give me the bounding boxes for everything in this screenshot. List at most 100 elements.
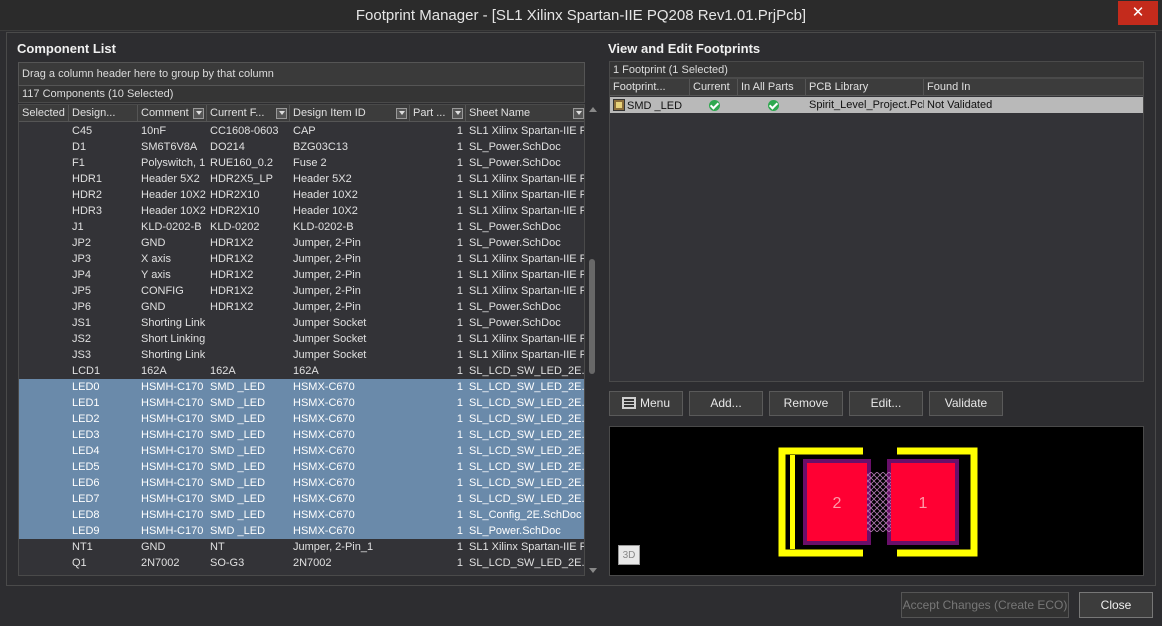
- check-circle-icon: [709, 100, 720, 111]
- cell-s: SL1 Xilinx Spartan-IIE P: [469, 173, 585, 185]
- cell-d: JP6: [72, 301, 91, 313]
- cell-f: SMD _LED: [210, 413, 266, 425]
- footprint-row[interactable]: SMD _LED Spirit_Level_Project.PcbLib Not…: [610, 97, 1143, 113]
- filter-icon[interactable]: [193, 108, 204, 119]
- component-grid[interactable]: Selected Design... Comment Current F... …: [18, 104, 585, 576]
- cell-c: 10nF: [141, 125, 167, 137]
- table-row[interactable]: JP4 Y axis HDR1X2 Jumper, 2-Pin 1 SL1 Xilinx …: [19, 267, 584, 283]
- cell-d: D1: [72, 141, 87, 153]
- group-by-drop-area[interactable]: Drag a column header here to group by th…: [18, 62, 585, 86]
- table-row[interactable]: LED4 HSMH-C170 SMD _LED HSMX-C670 1 SL_LCD_SW…: [19, 443, 584, 459]
- window-close-icon[interactable]: ✕: [1118, 1, 1158, 25]
- table-row[interactable]: JP3 X axis HDR1X2 Jumper, 2-Pin 1 SL1 Xilinx …: [19, 251, 584, 267]
- filter-icon[interactable]: [452, 108, 463, 119]
- col-header-comment[interactable]: Comment: [138, 105, 207, 122]
- add-button[interactable]: Add...: [689, 391, 763, 416]
- table-row[interactable]: LED6 HSMH-C170 SMD _LED HSMX-C670 1 SL_LCD_SW…: [19, 475, 584, 491]
- cell-id: Header 10X2: [293, 205, 358, 217]
- filter-icon[interactable]: [396, 108, 407, 119]
- col-header-part[interactable]: Part ...: [410, 105, 466, 122]
- footprint-name-cell: SMD _LED: [610, 97, 690, 113]
- table-row[interactable]: LCD1 162A 162A 162A 1 SL_LCD_SW_LED_2E.Sch: [19, 363, 584, 379]
- col-header-sheet-name[interactable]: Sheet Name: [466, 105, 584, 122]
- cell-p: 1: [456, 381, 463, 393]
- col-header-current[interactable]: Current: [690, 79, 738, 96]
- cell-f: HDR2X5_LP: [210, 173, 273, 185]
- table-row[interactable]: HDR1 Header 5X2 HDR2X5_LP Header 5X2 1 SL1 Xi…: [19, 171, 585, 187]
- cell-c: Header 10X2: [141, 189, 206, 201]
- cell-f: SMD _LED: [210, 461, 266, 473]
- cell-p: 1: [456, 429, 463, 441]
- cell-f: HDR2X10: [210, 205, 260, 217]
- col-header-footprint[interactable]: Footprint...: [610, 79, 690, 96]
- footprint-count: 1 Footprint (1 Selected): [609, 61, 1144, 78]
- cell-c: KLD-0202-B: [141, 221, 202, 233]
- component-grid-scrollbar[interactable]: [587, 104, 598, 576]
- cell-f: SMD _LED: [210, 509, 266, 521]
- scroll-down-icon[interactable]: [589, 568, 597, 573]
- table-row[interactable]: JS3 Shorting Link Jumper Socket 1 SL1 Xilinx…: [19, 347, 584, 363]
- cell-s: SL_Power.SchDoc: [469, 237, 561, 249]
- cell-d: JS2: [72, 333, 91, 345]
- table-row[interactable]: JS1 Shorting Link Jumper Socket 1 SL_Power.S…: [19, 315, 584, 331]
- table-row[interactable]: J1 KLD-0202-B KLD-0202 KLD-0202-B 1 SL_Power.…: [19, 219, 584, 235]
- col-header-pcb-library[interactable]: PCB Library: [806, 79, 924, 96]
- cell-s: SL_Config_2E.SchDoc: [469, 509, 582, 521]
- table-row[interactable]: LED8 HSMH-C170 SMD _LED HSMX-C670 1 SL_Config…: [19, 507, 584, 523]
- table-row[interactable]: LED3 HSMH-C170 SMD _LED HSMX-C670 1 SL_LCD_SW…: [19, 427, 584, 443]
- remove-button[interactable]: Remove: [769, 391, 843, 416]
- table-row[interactable]: D1 SM6T6V8A DO214 BZG03C13 1 SL_Power.SchDoc: [19, 139, 584, 155]
- filter-icon[interactable]: [276, 108, 287, 119]
- table-row[interactable]: JP6 GND HDR1X2 Jumper, 2-Pin 1 SL_Power.SchDo…: [19, 299, 584, 315]
- cell-d: LED1: [72, 397, 100, 409]
- table-row[interactable]: LED5 HSMH-C170 SMD _LED HSMX-C670 1 SL_LCD_SW…: [19, 459, 584, 475]
- col-header-selected[interactable]: Selected: [19, 105, 69, 122]
- table-row[interactable]: HDR3 Header 10X2 HDR2X10 Header 10X2 1 SL1 Xi…: [19, 203, 584, 219]
- 3d-toggle-button[interactable]: 3D: [618, 545, 640, 565]
- cell-id: Jumper, 2-Pin: [293, 269, 361, 281]
- table-row[interactable]: JP2 GND HDR1X2 Jumper, 2-Pin 1 SL_Power.SchDo…: [19, 235, 584, 251]
- col-header-found-in[interactable]: Found In: [924, 79, 1143, 96]
- cell-p: 1: [456, 413, 463, 425]
- col-header-design-item-id[interactable]: Design Item ID: [290, 105, 410, 122]
- cathode-mark: [790, 455, 795, 549]
- cell-id: Jumper, 2-Pin_1: [293, 541, 374, 553]
- cell-d: NT1: [72, 541, 93, 553]
- cell-p: 1: [456, 397, 463, 409]
- cell-c: HSMH-C170: [141, 413, 204, 425]
- col-header-designator[interactable]: Design...: [69, 105, 138, 122]
- accept-changes-button[interactable]: Accept Changes (Create ECO): [901, 592, 1069, 618]
- footprint-preview[interactable]: 2 1 3D: [609, 426, 1144, 576]
- menu-button[interactable]: Menu: [609, 391, 683, 416]
- table-row[interactable]: LED0 HSMH-C170 SMD _LED HSMX-C670 1 SL_LCD_SW…: [19, 379, 584, 395]
- table-row[interactable]: NT1 GND NT Jumper, 2-Pin_1 1 SL1 Xilinx Spart…: [19, 539, 584, 555]
- table-row[interactable]: C45 10nF CC1608-0603 CAP 1 SL1 Xilinx Spartan…: [19, 123, 584, 139]
- cell-c: CONFIG: [141, 285, 184, 297]
- scroll-thumb[interactable]: [589, 259, 595, 374]
- table-row[interactable]: Q1 2N7002 SO-G3 2N7002 1 SL_LCD_SW_LED_2E.Sch: [19, 555, 584, 571]
- table-row[interactable]: JP5 CONFIG HDR1X2 Jumper, 2-Pin 1 SL1 Xilinx …: [19, 283, 584, 299]
- table-row[interactable]: LED9 HSMH-C170 SMD _LED HSMX-C670 1 SL_Power.…: [19, 523, 584, 539]
- edit-button[interactable]: Edit...: [849, 391, 923, 416]
- close-button[interactable]: Close: [1079, 592, 1153, 618]
- cell-f: [207, 315, 290, 331]
- cell-d: JP4: [72, 269, 91, 281]
- table-row[interactable]: HDR2 Header 10X2 HDR2X10 Header 10X2 1 SL1 Xi…: [19, 187, 584, 203]
- table-row[interactable]: LED2 HSMH-C170 SMD _LED HSMX-C670 1 SL_LCD_SW…: [19, 411, 584, 427]
- cell-f: [207, 347, 290, 363]
- footprint-grid[interactable]: Footprint... Current In All Parts PCB Li…: [609, 78, 1144, 382]
- col-header-current-footprint[interactable]: Current F...: [207, 105, 290, 122]
- cell-c: GND: [141, 237, 166, 249]
- table-row[interactable]: LED7 HSMH-C170 SMD _LED HSMX-C670 1 SL_LCD_SW…: [19, 491, 584, 507]
- cell-c: HSMH-C170: [141, 381, 204, 393]
- cell-p: 1: [456, 477, 463, 489]
- filter-icon[interactable]: [573, 108, 584, 119]
- scroll-up-icon[interactable]: [589, 107, 597, 112]
- col-header-in-all-parts[interactable]: In All Parts: [738, 79, 806, 96]
- validate-button[interactable]: Validate: [929, 391, 1003, 416]
- cell-p: 1: [456, 141, 463, 153]
- table-row[interactable]: LED1 HSMH-C170 SMD _LED HSMX-C670 1 SL_LCD_SW…: [19, 395, 584, 411]
- cell-id: Header 10X2: [293, 189, 358, 201]
- table-row[interactable]: JS2 Short Linking Jumper Socket 1 SL1 Xilinx…: [19, 331, 584, 347]
- table-row[interactable]: F1 Polyswitch, 1 RUE160_0.2 Fuse 2 1 SL_Power…: [19, 155, 584, 171]
